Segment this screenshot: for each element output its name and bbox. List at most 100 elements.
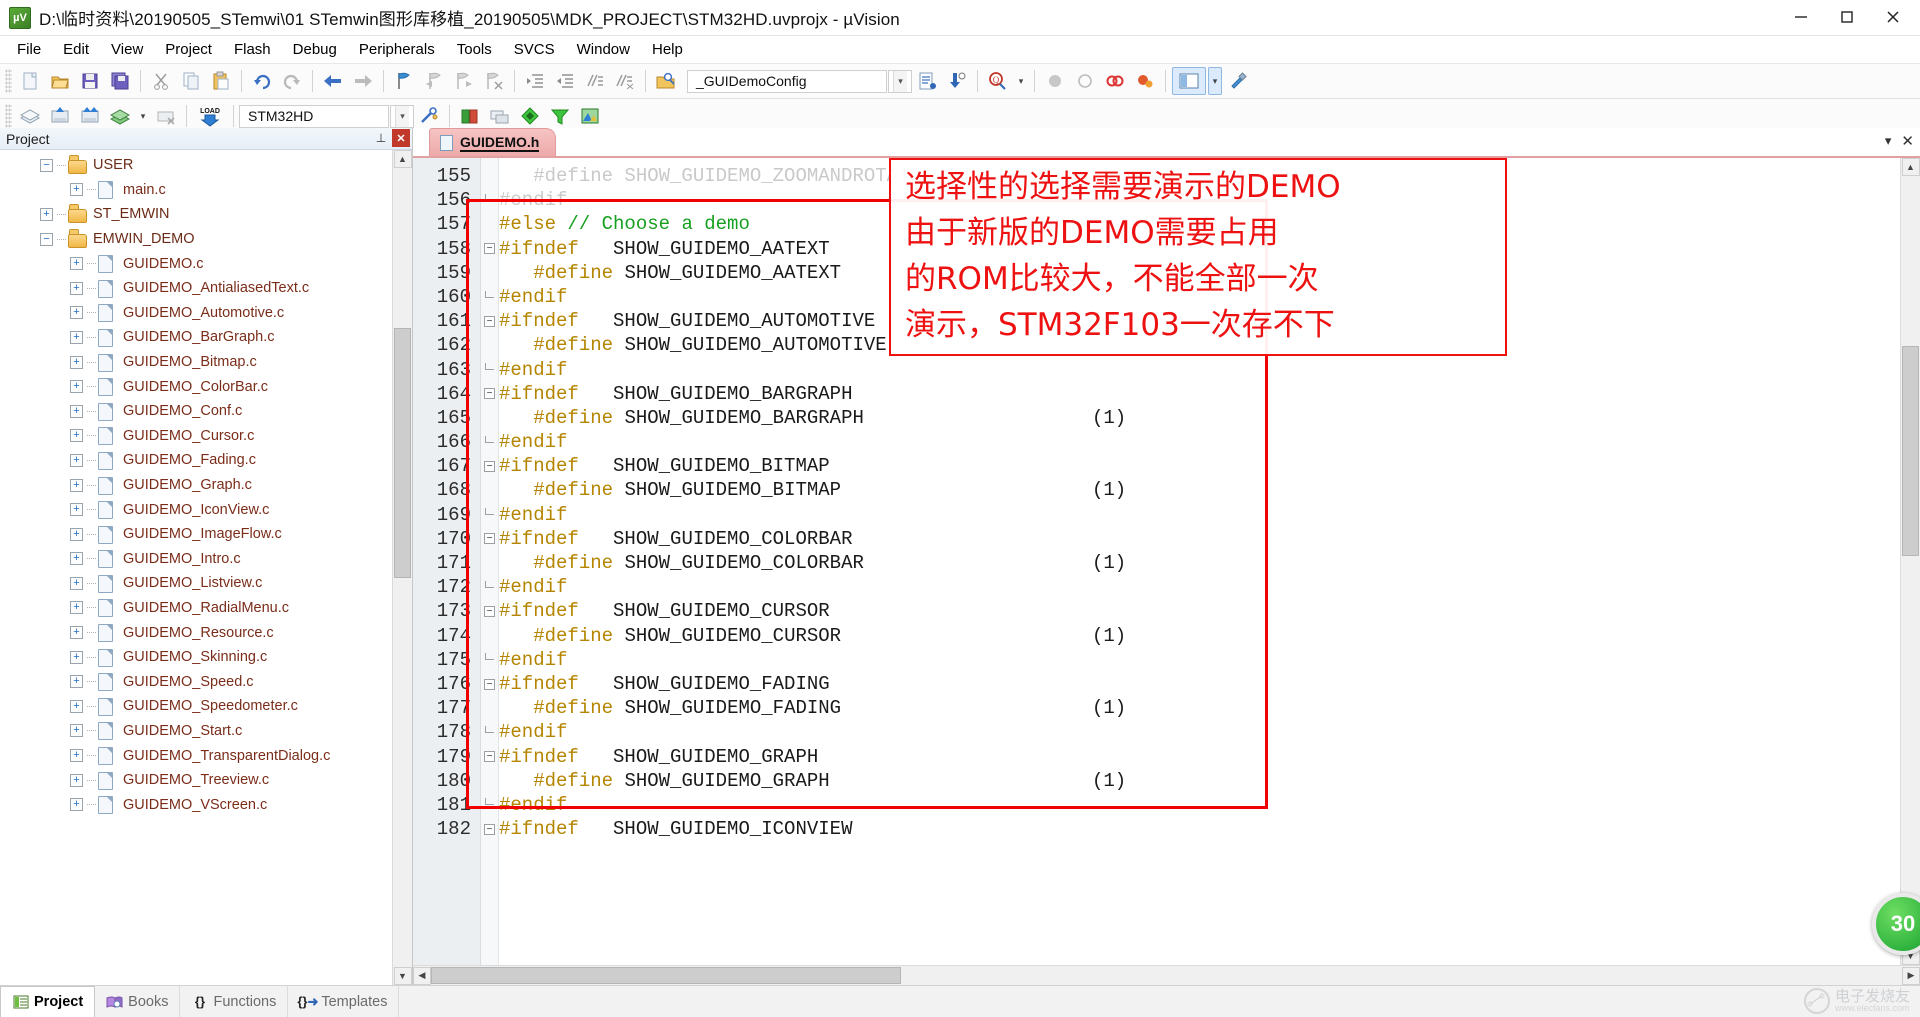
tree-item[interactable]: + GUIDEMO_Treeview.c xyxy=(0,768,392,793)
expand-icon[interactable]: + xyxy=(70,773,83,787)
undo-icon[interactable] xyxy=(248,67,276,95)
scrollbar-thumb[interactable] xyxy=(394,328,411,578)
bottom-tab-templates[interactable]: {} ➜ Templates xyxy=(288,986,400,1017)
fold-collapse-icon[interactable]: − xyxy=(484,823,495,835)
open-file-icon[interactable] xyxy=(46,67,74,95)
scroll-up-icon[interactable]: ▲ xyxy=(393,150,412,168)
fold-marker[interactable] xyxy=(481,720,498,744)
collapse-icon[interactable]: − xyxy=(40,232,53,246)
menu-peripherals[interactable]: Peripherals xyxy=(348,38,446,61)
expand-icon[interactable]: + xyxy=(70,724,83,738)
expand-icon[interactable]: + xyxy=(70,626,83,640)
fold-marker[interactable]: − xyxy=(481,599,498,623)
outdent-icon[interactable] xyxy=(551,67,579,95)
translate-icon[interactable] xyxy=(16,102,44,130)
expand-icon[interactable]: + xyxy=(70,478,83,492)
fold-collapse-icon[interactable]: − xyxy=(484,605,495,617)
tree-item[interactable]: + GUIDEMO_Skinning.c xyxy=(0,645,392,670)
breakpoint-icon[interactable] xyxy=(1101,67,1129,95)
tree-item[interactable]: + GUIDEMO_VScreen.c xyxy=(0,792,392,817)
redo-icon[interactable] xyxy=(278,67,306,95)
paste-icon[interactable] xyxy=(207,67,235,95)
debug-stop-icon[interactable] xyxy=(1071,67,1099,95)
insert-include-icon[interactable] xyxy=(943,67,971,95)
expand-icon[interactable]: + xyxy=(70,183,83,197)
tree-item[interactable]: + GUIDEMO_Fading.c xyxy=(0,448,392,473)
tree-item[interactable]: + main.c xyxy=(0,178,392,203)
menu-project[interactable]: Project xyxy=(154,38,223,61)
close-button[interactable] xyxy=(1870,0,1916,34)
expand-icon[interactable]: + xyxy=(70,380,83,394)
maximize-button[interactable] xyxy=(1824,0,1870,34)
fold-marker[interactable]: − xyxy=(481,817,498,841)
expand-icon[interactable]: + xyxy=(70,798,83,812)
uncomment-icon[interactable] xyxy=(611,67,639,95)
window-layout-icon[interactable] xyxy=(1172,67,1206,95)
tree-item[interactable]: + GUIDEMO_ColorBar.c xyxy=(0,374,392,399)
save-icon[interactable] xyxy=(76,67,104,95)
target-select-arrow[interactable]: ▾ xyxy=(390,104,414,128)
bookmark-toggle-icon[interactable] xyxy=(390,67,418,95)
fold-marker[interactable]: − xyxy=(481,454,498,478)
fold-marker[interactable] xyxy=(481,188,498,212)
expand-icon[interactable]: + xyxy=(70,675,83,689)
menu-debug[interactable]: Debug xyxy=(282,38,348,61)
fold-marker[interactable]: − xyxy=(481,672,498,696)
expand-icon[interactable]: + xyxy=(70,527,83,541)
fold-marker[interactable]: − xyxy=(481,745,498,769)
expand-icon[interactable]: + xyxy=(70,601,83,615)
tree-item[interactable]: + GUIDEMO_Graph.c xyxy=(0,473,392,498)
batch-build-dropdown-icon[interactable]: ▾ xyxy=(136,102,150,130)
fold-marker[interactable] xyxy=(481,648,498,672)
tree-item[interactable]: + GUIDEMO_ImageFlow.c xyxy=(0,522,392,547)
menu-file[interactable]: File xyxy=(6,38,52,61)
tree-item[interactable]: + GUIDEMO_Automotive.c xyxy=(0,301,392,326)
indent-icon[interactable] xyxy=(521,67,549,95)
scrollbar-thumb[interactable] xyxy=(431,967,901,984)
pin-icon[interactable]: ⊥ xyxy=(372,129,390,147)
tree-item[interactable]: + GUIDEMO_Speedometer.c xyxy=(0,694,392,719)
tab-guidemo-h[interactable]: GUIDEMO.h xyxy=(429,128,557,156)
fold-marker[interactable]: − xyxy=(481,382,498,406)
tree-item[interactable]: + GUIDEMO_BarGraph.c xyxy=(0,325,392,350)
save-all-icon[interactable] xyxy=(106,67,134,95)
expand-icon[interactable]: + xyxy=(70,330,83,344)
project-tree[interactable]: − USER + main.c + ST_EMWIN − EMWIN_DEMO + GUIDEMO… xyxy=(0,150,392,985)
fold-marker[interactable] xyxy=(481,503,498,527)
expand-icon[interactable]: + xyxy=(70,281,83,295)
rebuild-icon[interactable] xyxy=(76,102,104,130)
bottom-tab-books[interactable]: Books xyxy=(95,986,181,1017)
find-in-files-icon[interactable]: Q xyxy=(984,67,1012,95)
browse-icon[interactable] xyxy=(652,67,680,95)
expand-icon[interactable]: + xyxy=(70,749,83,763)
tree-item[interactable]: + GUIDEMO_RadialMenu.c xyxy=(0,596,392,621)
config-wizard-icon[interactable] xyxy=(913,67,941,95)
build-icon[interactable] xyxy=(46,102,74,130)
bottom-tab-functions[interactable]: {} Functions xyxy=(180,986,289,1017)
collapse-icon[interactable]: − xyxy=(40,158,53,172)
fold-marker[interactable] xyxy=(481,285,498,309)
tree-item[interactable]: + GUIDEMO_Resource.c xyxy=(0,620,392,645)
navigate-forward-icon[interactable] xyxy=(349,67,377,95)
tab-close-icon[interactable]: ✕ xyxy=(1901,132,1914,150)
project-tree-scrollbar[interactable]: ▲ ▼ xyxy=(392,150,412,985)
scrollbar-track[interactable] xyxy=(394,578,411,967)
manage-run-env-icon[interactable] xyxy=(576,102,604,130)
target-select-combo[interactable]: STM32HD xyxy=(239,104,389,128)
tree-item[interactable]: + GUIDEMO_IconView.c xyxy=(0,497,392,522)
expand-icon[interactable]: + xyxy=(70,576,83,590)
fold-collapse-icon[interactable]: − xyxy=(484,388,495,400)
fold-marker[interactable] xyxy=(481,793,498,817)
find-dropdown-icon[interactable]: ▾ xyxy=(1014,67,1028,95)
navigate-back-icon[interactable] xyxy=(319,67,347,95)
fold-marker[interactable] xyxy=(481,575,498,599)
expand-icon[interactable]: + xyxy=(70,552,83,566)
fold-marker[interactable]: − xyxy=(481,309,498,333)
fold-marker[interactable] xyxy=(481,430,498,454)
multi-project-icon[interactable] xyxy=(486,102,514,130)
cut-icon[interactable] xyxy=(147,67,175,95)
tree-item[interactable]: + GUIDEMO_AntialiasedText.c xyxy=(0,276,392,301)
tree-item[interactable]: + GUIDEMO.c xyxy=(0,251,392,276)
debug-start-icon[interactable] xyxy=(1041,67,1069,95)
bookmark-next-icon[interactable] xyxy=(450,67,478,95)
